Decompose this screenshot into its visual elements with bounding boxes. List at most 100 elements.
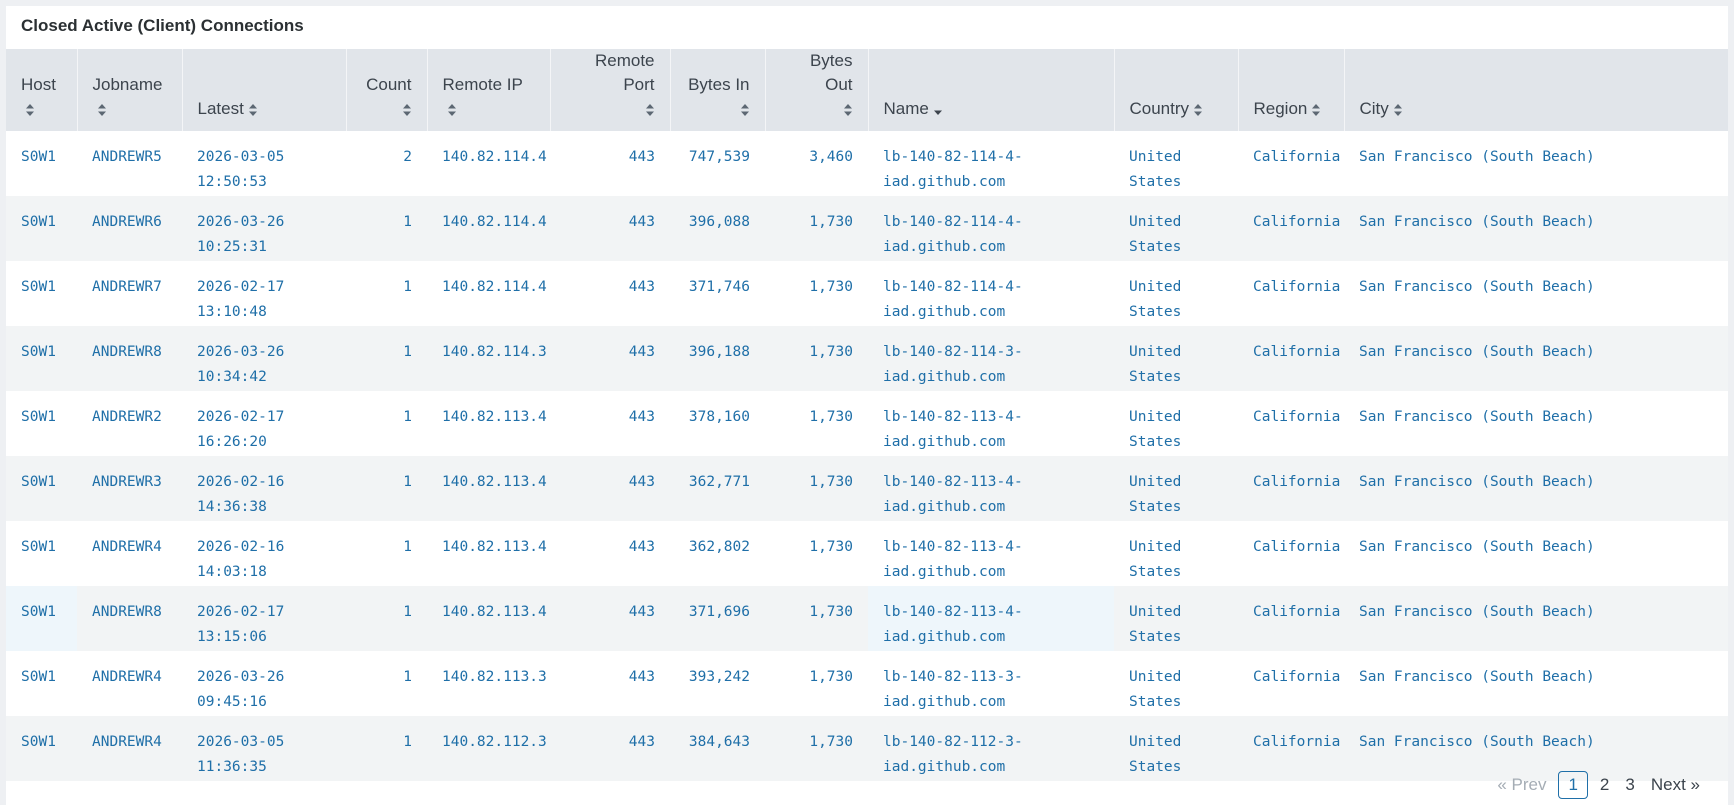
cell-latest[interactable]: 2026-03-05 11:36:35 bbox=[182, 716, 346, 781]
cell-remote-port[interactable]: 443 bbox=[550, 326, 670, 391]
cell-count[interactable]: 1 bbox=[346, 716, 427, 781]
cell-host[interactable]: S0W1 bbox=[6, 326, 77, 391]
cell-remote-port[interactable]: 443 bbox=[550, 391, 670, 456]
cell-latest[interactable]: 2026-03-26 10:25:31 bbox=[182, 196, 346, 261]
cell-region[interactable]: California bbox=[1238, 521, 1344, 586]
sort-icon[interactable] bbox=[1311, 103, 1321, 117]
cell-count[interactable]: 2 bbox=[346, 131, 427, 196]
cell-bytes-in[interactable]: 371,746 bbox=[670, 261, 765, 326]
cell-bytes-in[interactable]: 396,188 bbox=[670, 326, 765, 391]
column-header-remote-ip[interactable]: Remote IP bbox=[427, 49, 551, 131]
cell-city[interactable]: San Francisco (South Beach) bbox=[1344, 651, 1728, 716]
cell-remote-port[interactable]: 443 bbox=[550, 651, 670, 716]
sort-icon[interactable] bbox=[447, 103, 457, 117]
page-button-3[interactable]: 3 bbox=[1617, 771, 1642, 799]
cell-jobname[interactable]: ANDREWR5 bbox=[77, 131, 182, 196]
cell-country[interactable]: United States bbox=[1114, 716, 1238, 781]
cell-country[interactable]: United States bbox=[1114, 131, 1238, 196]
cell-jobname[interactable]: ANDREWR6 bbox=[77, 196, 182, 261]
cell-city[interactable]: San Francisco (South Beach) bbox=[1344, 326, 1728, 391]
cell-latest[interactable]: 2026-03-05 12:50:53 bbox=[182, 131, 346, 196]
cell-count[interactable]: 1 bbox=[346, 456, 427, 521]
cell-host[interactable]: S0W1 bbox=[6, 391, 77, 456]
cell-region[interactable]: California bbox=[1238, 261, 1344, 326]
column-header-country[interactable]: Country bbox=[1114, 49, 1239, 131]
cell-latest[interactable]: 2026-02-17 13:15:06 bbox=[182, 586, 346, 651]
cell-jobname[interactable]: ANDREWR3 bbox=[77, 456, 182, 521]
cell-host[interactable]: S0W1 bbox=[6, 716, 77, 781]
cell-count[interactable]: 1 bbox=[346, 521, 427, 586]
cell-jobname[interactable]: ANDREWR8 bbox=[77, 586, 182, 651]
cell-remote-port[interactable]: 443 bbox=[550, 586, 670, 651]
cell-jobname[interactable]: ANDREWR8 bbox=[77, 326, 182, 391]
cell-bytes-out[interactable]: 1,730 bbox=[765, 391, 868, 456]
cell-bytes-out[interactable]: 1,730 bbox=[765, 521, 868, 586]
page-button-1[interactable]: 1 bbox=[1558, 771, 1588, 799]
cell-name[interactable]: lb-140-82-113-4-iad.github.com bbox=[868, 391, 1114, 456]
sort-icon[interactable] bbox=[25, 103, 35, 117]
cell-bytes-in[interactable]: 362,771 bbox=[670, 456, 765, 521]
cell-remote-ip[interactable]: 140.82.113.4 bbox=[427, 456, 550, 521]
cell-remote-ip[interactable]: 140.82.114.4 bbox=[427, 196, 550, 261]
cell-count[interactable]: 1 bbox=[346, 326, 427, 391]
cell-jobname[interactable]: ANDREWR4 bbox=[77, 716, 182, 781]
cell-remote-port[interactable]: 443 bbox=[550, 456, 670, 521]
cell-bytes-out[interactable]: 1,730 bbox=[765, 716, 868, 781]
cell-bytes-out[interactable]: 1,730 bbox=[765, 456, 868, 521]
cell-count[interactable]: 1 bbox=[346, 586, 427, 651]
cell-remote-port[interactable]: 443 bbox=[550, 521, 670, 586]
sort-icon[interactable] bbox=[402, 103, 412, 117]
cell-bytes-out[interactable]: 1,730 bbox=[765, 261, 868, 326]
cell-city[interactable]: San Francisco (South Beach) bbox=[1344, 131, 1728, 196]
cell-remote-ip[interactable]: 140.82.112.3 bbox=[427, 716, 550, 781]
cell-bytes-in[interactable]: 371,696 bbox=[670, 586, 765, 651]
cell-bytes-in[interactable]: 362,802 bbox=[670, 521, 765, 586]
cell-country[interactable]: United States bbox=[1114, 261, 1238, 326]
cell-host[interactable]: S0W1 bbox=[6, 521, 77, 586]
cell-host[interactable]: S0W1 bbox=[6, 586, 77, 651]
cell-remote-ip[interactable]: 140.82.114.4 bbox=[427, 131, 550, 196]
cell-remote-ip[interactable]: 140.82.113.4 bbox=[427, 521, 550, 586]
sort-icon[interactable] bbox=[248, 103, 258, 117]
cell-bytes-in[interactable]: 378,160 bbox=[670, 391, 765, 456]
column-header-host[interactable]: Host bbox=[6, 49, 78, 131]
cell-name[interactable]: lb-140-82-114-4-iad.github.com bbox=[868, 261, 1114, 326]
cell-remote-ip[interactable]: 140.82.114.3 bbox=[427, 326, 550, 391]
cell-remote-port[interactable]: 443 bbox=[550, 261, 670, 326]
sort-icon[interactable] bbox=[1193, 103, 1203, 117]
cell-remote-ip[interactable]: 140.82.113.4 bbox=[427, 391, 550, 456]
cell-latest[interactable]: 2026-02-17 13:10:48 bbox=[182, 261, 346, 326]
cell-latest[interactable]: 2026-03-26 09:45:16 bbox=[182, 651, 346, 716]
cell-region[interactable]: California bbox=[1238, 326, 1344, 391]
cell-name[interactable]: lb-140-82-113-4-iad.github.com bbox=[868, 456, 1114, 521]
cell-city[interactable]: San Francisco (South Beach) bbox=[1344, 586, 1728, 651]
cell-bytes-out[interactable]: 1,730 bbox=[765, 196, 868, 261]
cell-remote-ip[interactable]: 140.82.113.3 bbox=[427, 651, 550, 716]
cell-bytes-in[interactable]: 384,643 bbox=[670, 716, 765, 781]
cell-name[interactable]: lb-140-82-113-4-iad.github.com bbox=[868, 521, 1114, 586]
cell-city[interactable]: San Francisco (South Beach) bbox=[1344, 196, 1728, 261]
cell-region[interactable]: California bbox=[1238, 131, 1344, 196]
cell-bytes-in[interactable]: 747,539 bbox=[670, 131, 765, 196]
cell-region[interactable]: California bbox=[1238, 716, 1344, 781]
cell-jobname[interactable]: ANDREWR4 bbox=[77, 651, 182, 716]
cell-latest[interactable]: 2026-02-17 16:26:20 bbox=[182, 391, 346, 456]
cell-name[interactable]: lb-140-82-113-4-iad.github.com bbox=[868, 586, 1114, 651]
sort-icon[interactable] bbox=[740, 103, 750, 117]
cell-host[interactable]: S0W1 bbox=[6, 651, 77, 716]
sort-icon[interactable] bbox=[645, 103, 655, 117]
cell-count[interactable]: 1 bbox=[346, 651, 427, 716]
prev-page-button[interactable]: « Prev bbox=[1489, 771, 1554, 799]
column-header-remote-port[interactable]: Remote Port bbox=[550, 49, 671, 131]
cell-jobname[interactable]: ANDREWR7 bbox=[77, 261, 182, 326]
cell-name[interactable]: lb-140-82-113-3-iad.github.com bbox=[868, 651, 1114, 716]
cell-city[interactable]: San Francisco (South Beach) bbox=[1344, 521, 1728, 586]
cell-name[interactable]: lb-140-82-114-4-iad.github.com bbox=[868, 196, 1114, 261]
sort-desc-icon[interactable] bbox=[933, 103, 943, 117]
cell-region[interactable]: California bbox=[1238, 196, 1344, 261]
cell-jobname[interactable]: ANDREWR4 bbox=[77, 521, 182, 586]
next-page-button[interactable]: Next » bbox=[1643, 771, 1708, 799]
cell-host[interactable]: S0W1 bbox=[6, 261, 77, 326]
cell-host[interactable]: S0W1 bbox=[6, 196, 77, 261]
cell-remote-ip[interactable]: 140.82.114.4 bbox=[427, 261, 550, 326]
